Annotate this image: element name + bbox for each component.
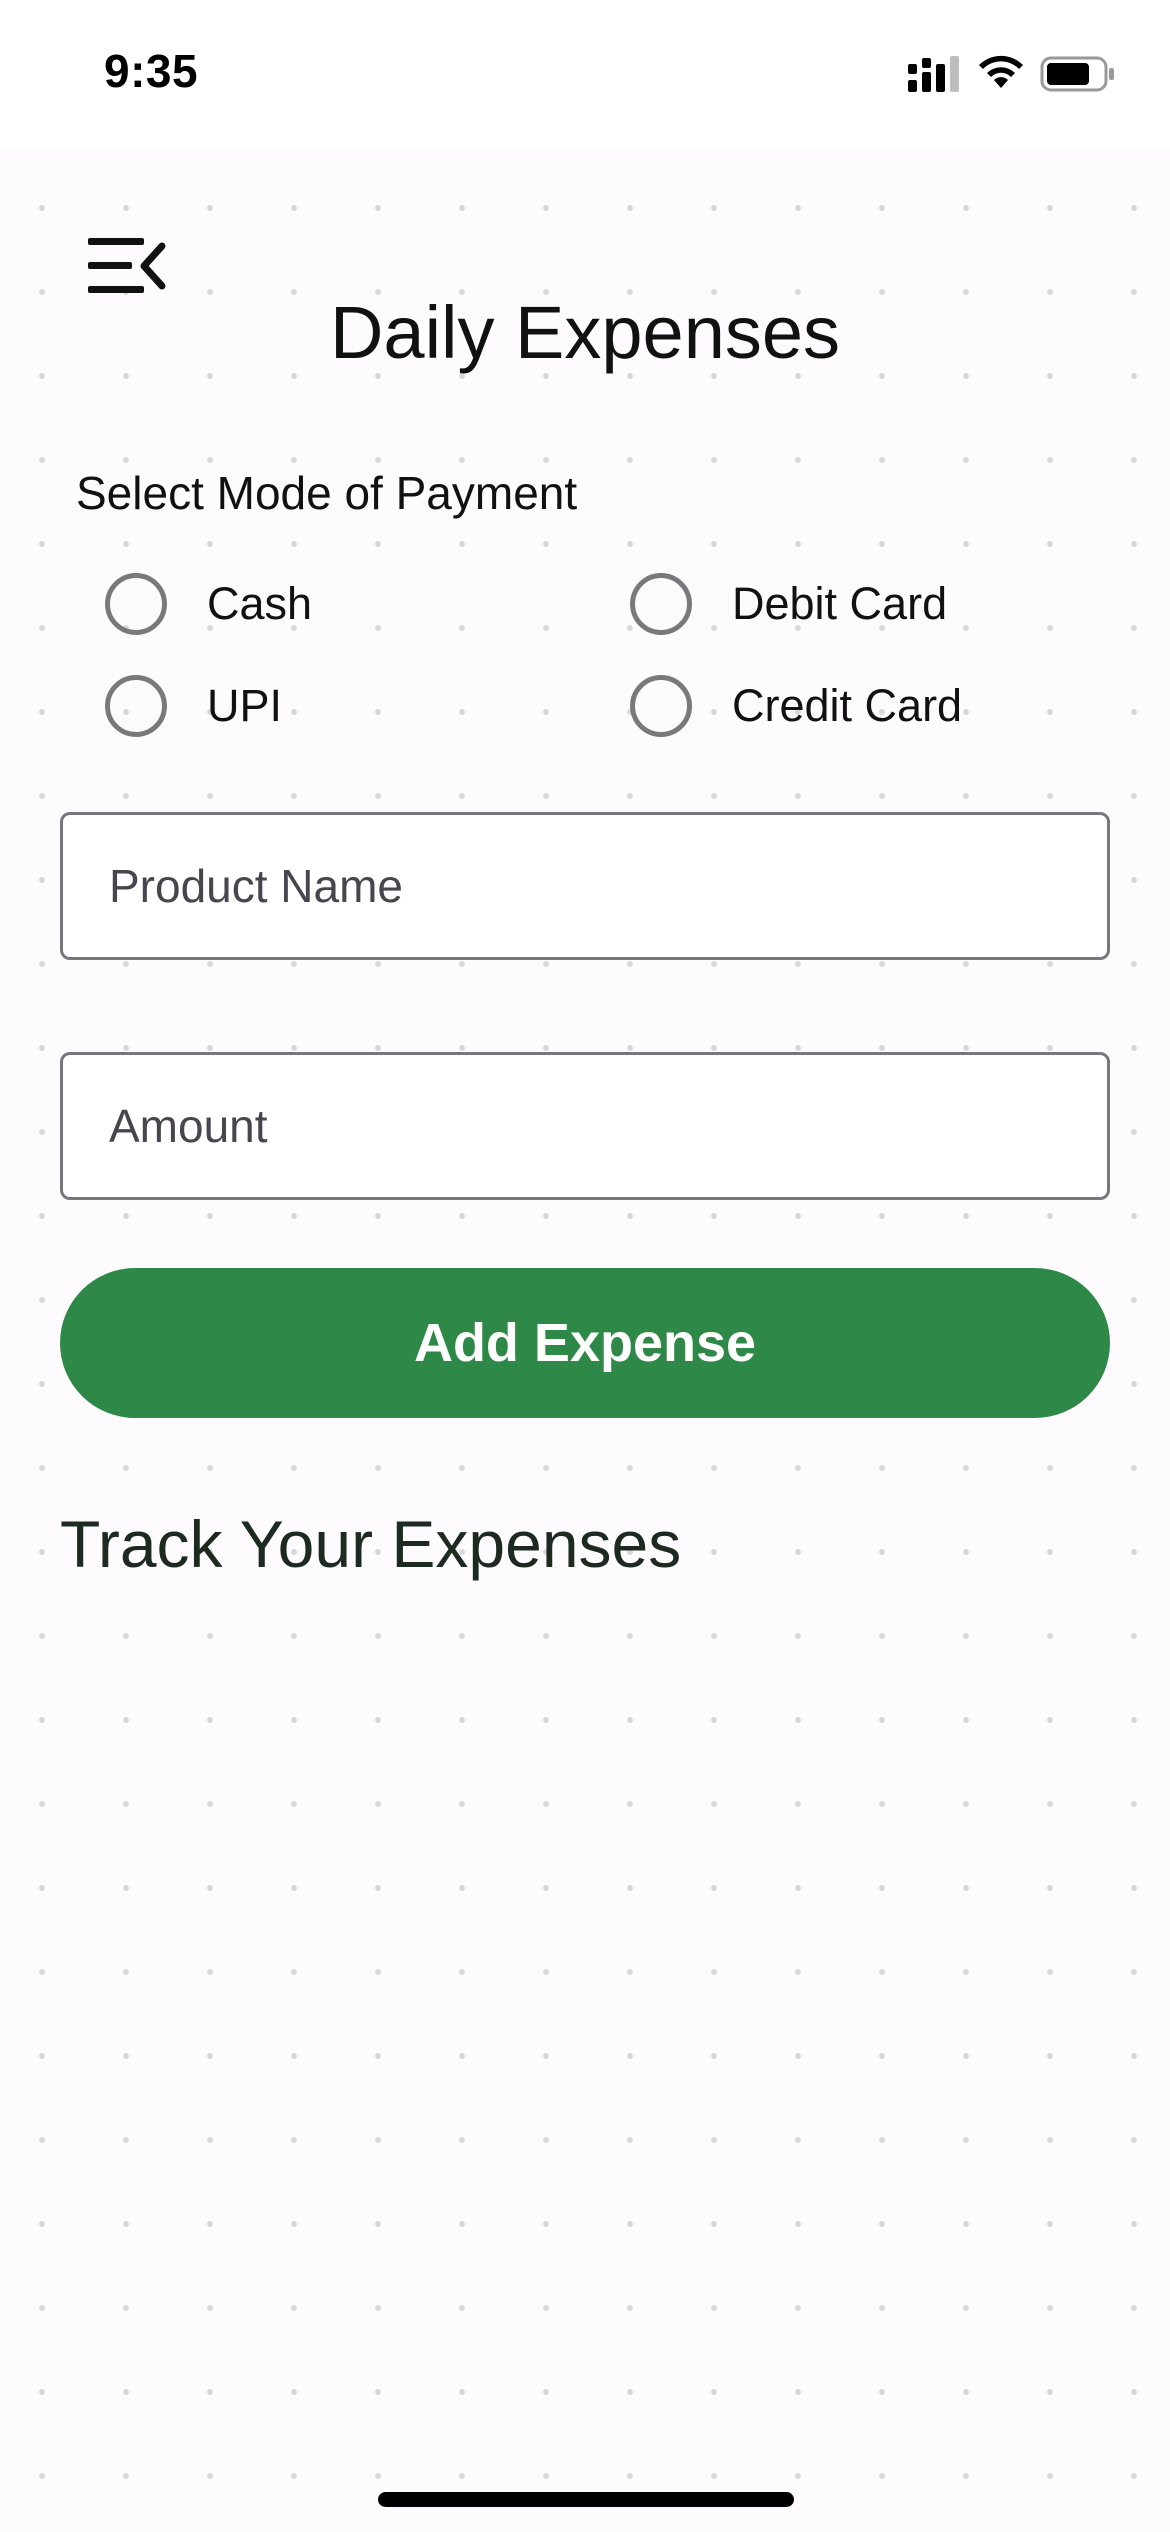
radio-credit-card[interactable]: Credit Card [630,668,962,744]
radio-label-cash: Cash [207,578,313,629]
battery-icon [1040,56,1114,92]
radio-upi[interactable]: UPI [105,668,282,744]
home-indicator[interactable] [378,2492,794,2507]
radio-circle[interactable] [630,675,692,737]
radio-debit-card[interactable]: Debit Card [630,566,947,642]
signal-icon [908,56,959,92]
status-time: 9:35 [104,45,199,97]
wifi-icon [979,55,1023,88]
radio-circle[interactable] [105,675,167,737]
radio-cash[interactable]: Cash [105,566,312,642]
radio-label-debit-card: Debit Card [732,578,948,629]
radio-label-upi: UPI [207,680,283,731]
amount-input[interactable] [60,1052,1110,1200]
radio-circle[interactable] [105,573,167,635]
radio-label-credit-card: Credit Card [732,680,963,731]
menu-collapse-icon[interactable] [84,234,168,298]
track-expenses-title: Track Your Expenses [60,1507,682,1581]
product-name-input[interactable] [60,812,1110,960]
page-title: Daily Expenses [329,291,840,374]
radio-circle[interactable] [630,573,692,635]
payment-mode-label: Select Mode of Payment [76,467,578,519]
add-expense-button[interactable]: Add Expense [60,1268,1110,1418]
